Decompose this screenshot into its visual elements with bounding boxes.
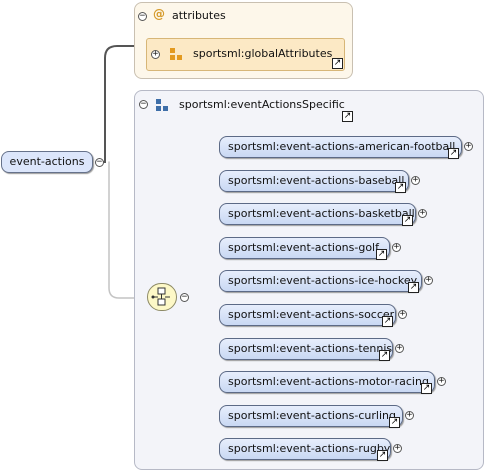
reference-arrow-icon[interactable]: ↗ [408,282,419,293]
root-element-label: event-actions [9,155,85,168]
element-ref[interactable]: sportsml:event-actions-motor-racing [219,371,435,393]
element-expand-toggle[interactable]: + [405,411,414,420]
group-reference-arrow-icon[interactable]: ↗ [342,111,353,122]
connector-root-attributes [98,45,135,163]
element-ref[interactable]: sportsml:event-actions-curling [219,405,403,427]
root-collapse-toggle[interactable]: − [95,158,104,167]
element-ref-label: sportsml:event-actions-motor-racing [228,375,429,388]
sequence-compositor[interactable] [147,283,177,311]
element-expand-toggle[interactable]: + [395,344,404,353]
group-title: sportsml:eventActionsSpecific [179,98,345,111]
element-ref-label: sportsml:event-actions-baseball [228,174,405,187]
global-attributes-label: sportsml:globalAttributes [193,47,333,60]
element-ref-label: sportsml:event-actions-golf [228,241,379,254]
element-ref-label: sportsml:event-actions-ice-hockey [228,274,418,287]
element-ref[interactable]: sportsml:event-actions-tennis [219,338,393,360]
element-expand-toggle[interactable]: + [393,444,402,453]
reference-arrow-icon[interactable]: ↗ [379,350,390,361]
reference-arrow-icon[interactable]: ↗ [421,383,432,394]
element-ref-label: sportsml:event-actions-soccer [228,308,395,321]
element-ref-label: sportsml:event-actions-rugby [228,442,391,455]
global-attributes-ref[interactable]: + sportsml:globalAttributes ↗ [146,38,345,71]
reference-arrow-icon[interactable]: ↗ [377,450,388,461]
element-expand-toggle[interactable]: + [392,243,401,252]
reference-arrow-icon[interactable]: ↗ [389,417,400,428]
group-icon [156,99,168,111]
element-expand-toggle[interactable]: + [418,209,427,218]
sequence-icon [151,287,170,306]
element-ref[interactable]: sportsml:event-actions-american-football [219,136,462,158]
reference-arrow-icon[interactable]: ↗ [382,316,393,327]
reference-arrow-icon[interactable]: ↗ [332,58,343,69]
reference-arrow-icon[interactable]: ↗ [448,148,459,159]
root-element-event-actions[interactable]: event-actions [1,151,93,173]
sequence-collapse-toggle[interactable]: − [180,293,189,302]
group-collapse-toggle[interactable]: − [139,100,148,109]
element-expand-toggle[interactable]: + [437,377,446,386]
reference-arrow-icon[interactable]: ↗ [376,249,387,260]
global-attributes-expand-toggle[interactable]: + [151,50,160,59]
element-ref[interactable]: sportsml:event-actions-soccer [219,304,396,326]
attributes-title: attributes [172,9,226,22]
element-ref[interactable]: sportsml:event-actions-golf [219,237,390,259]
element-expand-toggle[interactable]: + [424,276,433,285]
attributes-collapse-toggle[interactable]: − [138,12,147,21]
element-ref[interactable]: sportsml:event-actions-ice-hockey [219,270,422,292]
element-expand-toggle[interactable]: + [398,310,407,319]
element-ref-label: sportsml:event-actions-american-football [228,140,456,153]
element-ref-label: sportsml:event-actions-tennis [228,342,393,355]
element-ref[interactable]: sportsml:event-actions-rugby [219,438,391,460]
element-ref[interactable]: sportsml:event-actions-basketball [219,203,416,225]
reference-arrow-icon[interactable]: ↗ [395,182,406,193]
element-expand-toggle[interactable]: + [411,176,420,185]
element-ref[interactable]: sportsml:event-actions-baseball [219,170,409,192]
at-sign-icon: @ [153,7,165,21]
attribute-group-icon [170,48,182,60]
element-ref-label: sportsml:event-actions-curling [228,409,396,422]
reference-arrow-icon[interactable]: ↗ [402,215,413,226]
element-ref-label: sportsml:event-actions-basketball [228,207,415,220]
element-expand-toggle[interactable]: + [464,142,473,151]
